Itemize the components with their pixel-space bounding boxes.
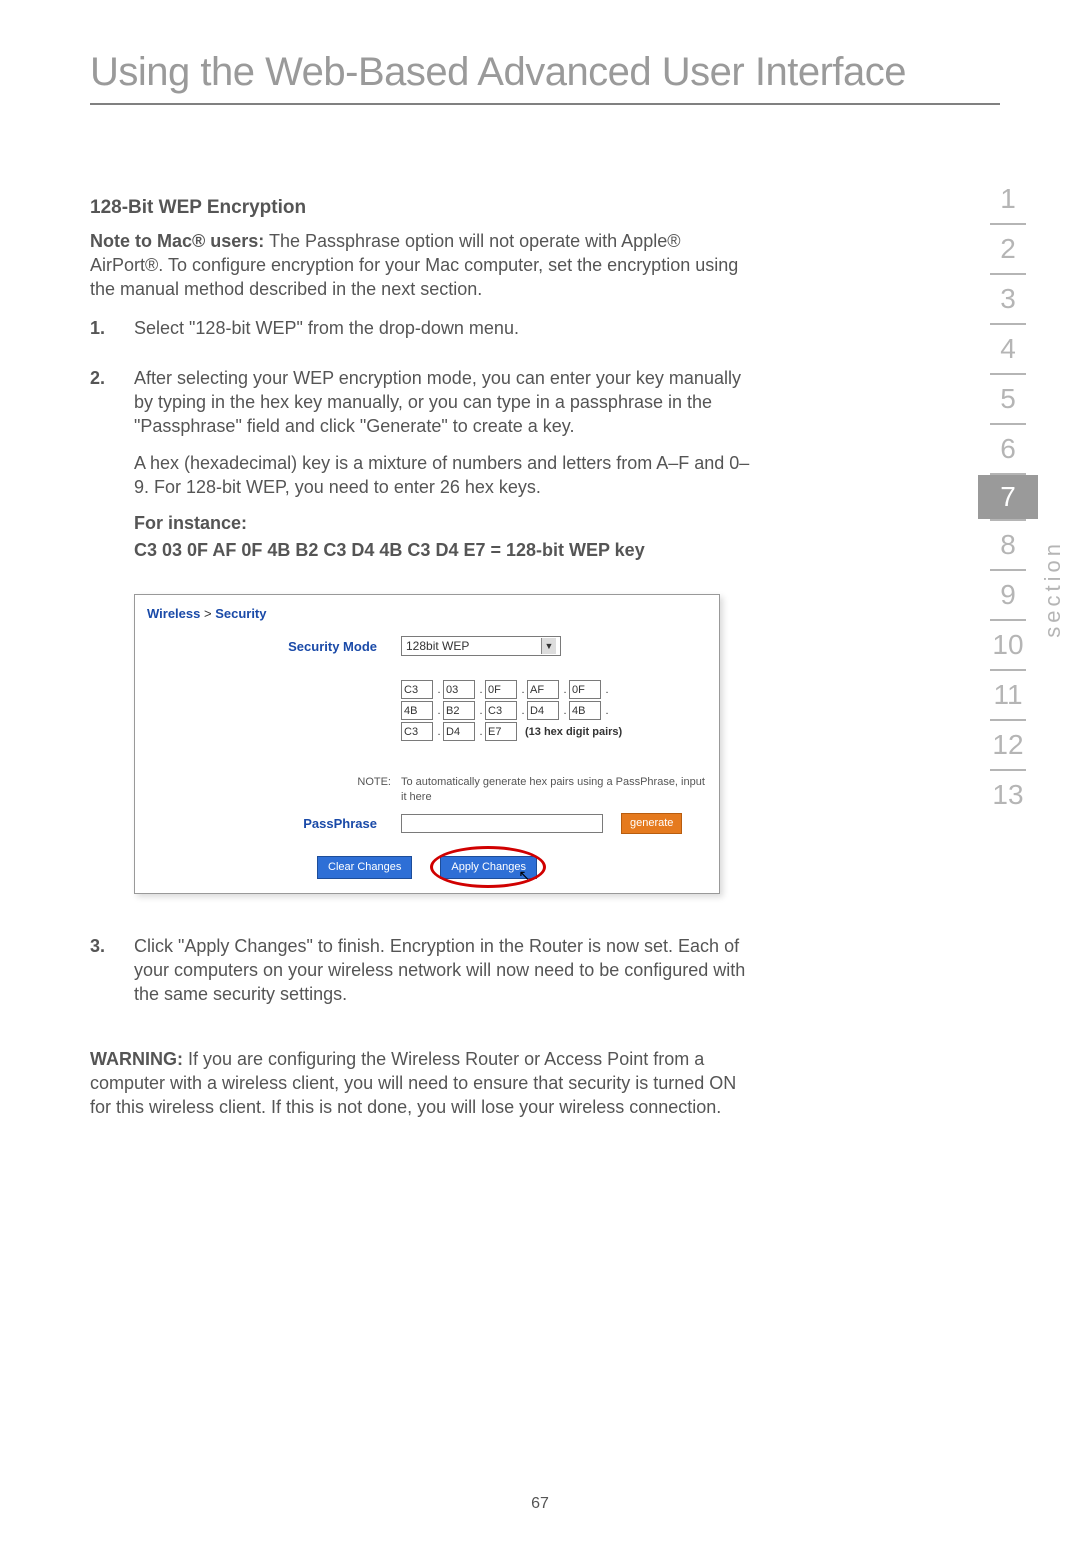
hex-input[interactable]: AF (527, 680, 559, 699)
breadcrumb-sep: > (200, 606, 215, 621)
hex-row-2: 4B. B2. C3. D4. 4B. (401, 701, 707, 720)
generate-button[interactable]: generate (621, 813, 682, 834)
section-label: section (1040, 540, 1066, 638)
breadcrumb-part-1[interactable]: Wireless (147, 606, 200, 621)
hex-input[interactable]: D4 (443, 722, 475, 741)
hex-key-grid: C3. 03. 0F. AF. 0F. 4B. B2. C3. D4. 4B. (401, 680, 707, 741)
section-nav-item-1[interactable]: 1 (978, 175, 1038, 223)
breadcrumb: Wireless > Security (147, 605, 707, 623)
section-nav-item-9[interactable]: 9 (978, 571, 1038, 619)
hex-input[interactable]: 0F (485, 680, 517, 699)
section-nav-item-2[interactable]: 2 (978, 225, 1038, 273)
warning: WARNING: If you are configuring the Wire… (90, 1047, 750, 1120)
step-1-number: 1. (90, 316, 134, 352)
passphrase-label: PassPhrase (147, 815, 401, 833)
step-2-text-1: After selecting your WEP encryption mode… (134, 366, 750, 439)
section-nav-item-4[interactable]: 4 (978, 325, 1038, 373)
for-instance-label: For instance: (134, 511, 750, 535)
hex-input[interactable]: C3 (401, 722, 433, 741)
section-nav-item-12[interactable]: 12 (978, 721, 1038, 769)
note-text: To automatically generate hex pairs usin… (401, 775, 707, 805)
router-screenshot: Wireless > Security Security Mode 128bit… (134, 594, 720, 894)
section-heading: 128-Bit WEP Encryption (90, 195, 750, 221)
section-nav-item-13[interactable]: 13 (978, 771, 1038, 819)
note-label: NOTE: (147, 775, 401, 805)
section-nav: 12345678910111213 (978, 175, 1038, 819)
section-nav-item-10[interactable]: 10 (978, 621, 1038, 669)
step-1-text: Select "128-bit WEP" from the drop-down … (134, 316, 750, 340)
hex-input[interactable]: C3 (401, 680, 433, 699)
hex-input[interactable]: 4B (569, 701, 601, 720)
section-nav-item-6[interactable]: 6 (978, 425, 1038, 473)
hex-input[interactable]: 4B (401, 701, 433, 720)
cursor-icon: ↖ (518, 866, 530, 885)
hex-row-1: C3. 03. 0F. AF. 0F. (401, 680, 707, 699)
security-mode-label: Security Mode (147, 638, 401, 656)
title-rule (90, 103, 1000, 105)
hex-row-3: C3. D4. E7 (13 hex digit pairs) (401, 722, 707, 741)
warning-label: WARNING: (90, 1049, 183, 1069)
chevron-down-icon: ▼ (541, 638, 556, 654)
step-3-text: Click "Apply Changes" to finish. Encrypt… (134, 934, 750, 1007)
hex-pairs-note: (13 hex digit pairs) (525, 725, 622, 740)
hex-input[interactable]: B2 (443, 701, 475, 720)
hex-input[interactable]: D4 (527, 701, 559, 720)
section-nav-item-3[interactable]: 3 (978, 275, 1038, 323)
warning-body: If you are configuring the Wireless Rout… (90, 1049, 736, 1118)
hex-input[interactable]: E7 (485, 722, 517, 741)
mac-note: Note to Mac® users: The Passphrase optio… (90, 229, 750, 302)
security-mode-value: 128bit WEP (406, 638, 469, 654)
step-2-number: 2. (90, 366, 134, 574)
section-nav-item-11[interactable]: 11 (978, 671, 1038, 719)
section-nav-item-5[interactable]: 5 (978, 375, 1038, 423)
clear-changes-button[interactable]: Clear Changes (317, 856, 412, 879)
breadcrumb-part-2[interactable]: Security (215, 606, 266, 621)
section-nav-item-8[interactable]: 8 (978, 521, 1038, 569)
page-number: 67 (531, 1495, 549, 1513)
passphrase-input[interactable] (401, 814, 603, 833)
hex-input[interactable]: C3 (485, 701, 517, 720)
hex-input[interactable]: 0F (569, 680, 601, 699)
mac-note-label: Note to Mac® users: (90, 231, 264, 251)
hex-example: C3 03 0F AF 0F 4B B2 C3 D4 4B C3 D4 E7 =… (134, 538, 750, 562)
step-2-text-2: A hex (hexadecimal) key is a mixture of … (134, 451, 750, 500)
step-3-number: 3. (90, 934, 134, 1019)
security-mode-select[interactable]: 128bit WEP ▼ (401, 636, 561, 656)
section-nav-item-7[interactable]: 7 (978, 475, 1038, 519)
hex-input[interactable]: 03 (443, 680, 475, 699)
page-title: Using the Web-Based Advanced User Interf… (90, 50, 1000, 95)
